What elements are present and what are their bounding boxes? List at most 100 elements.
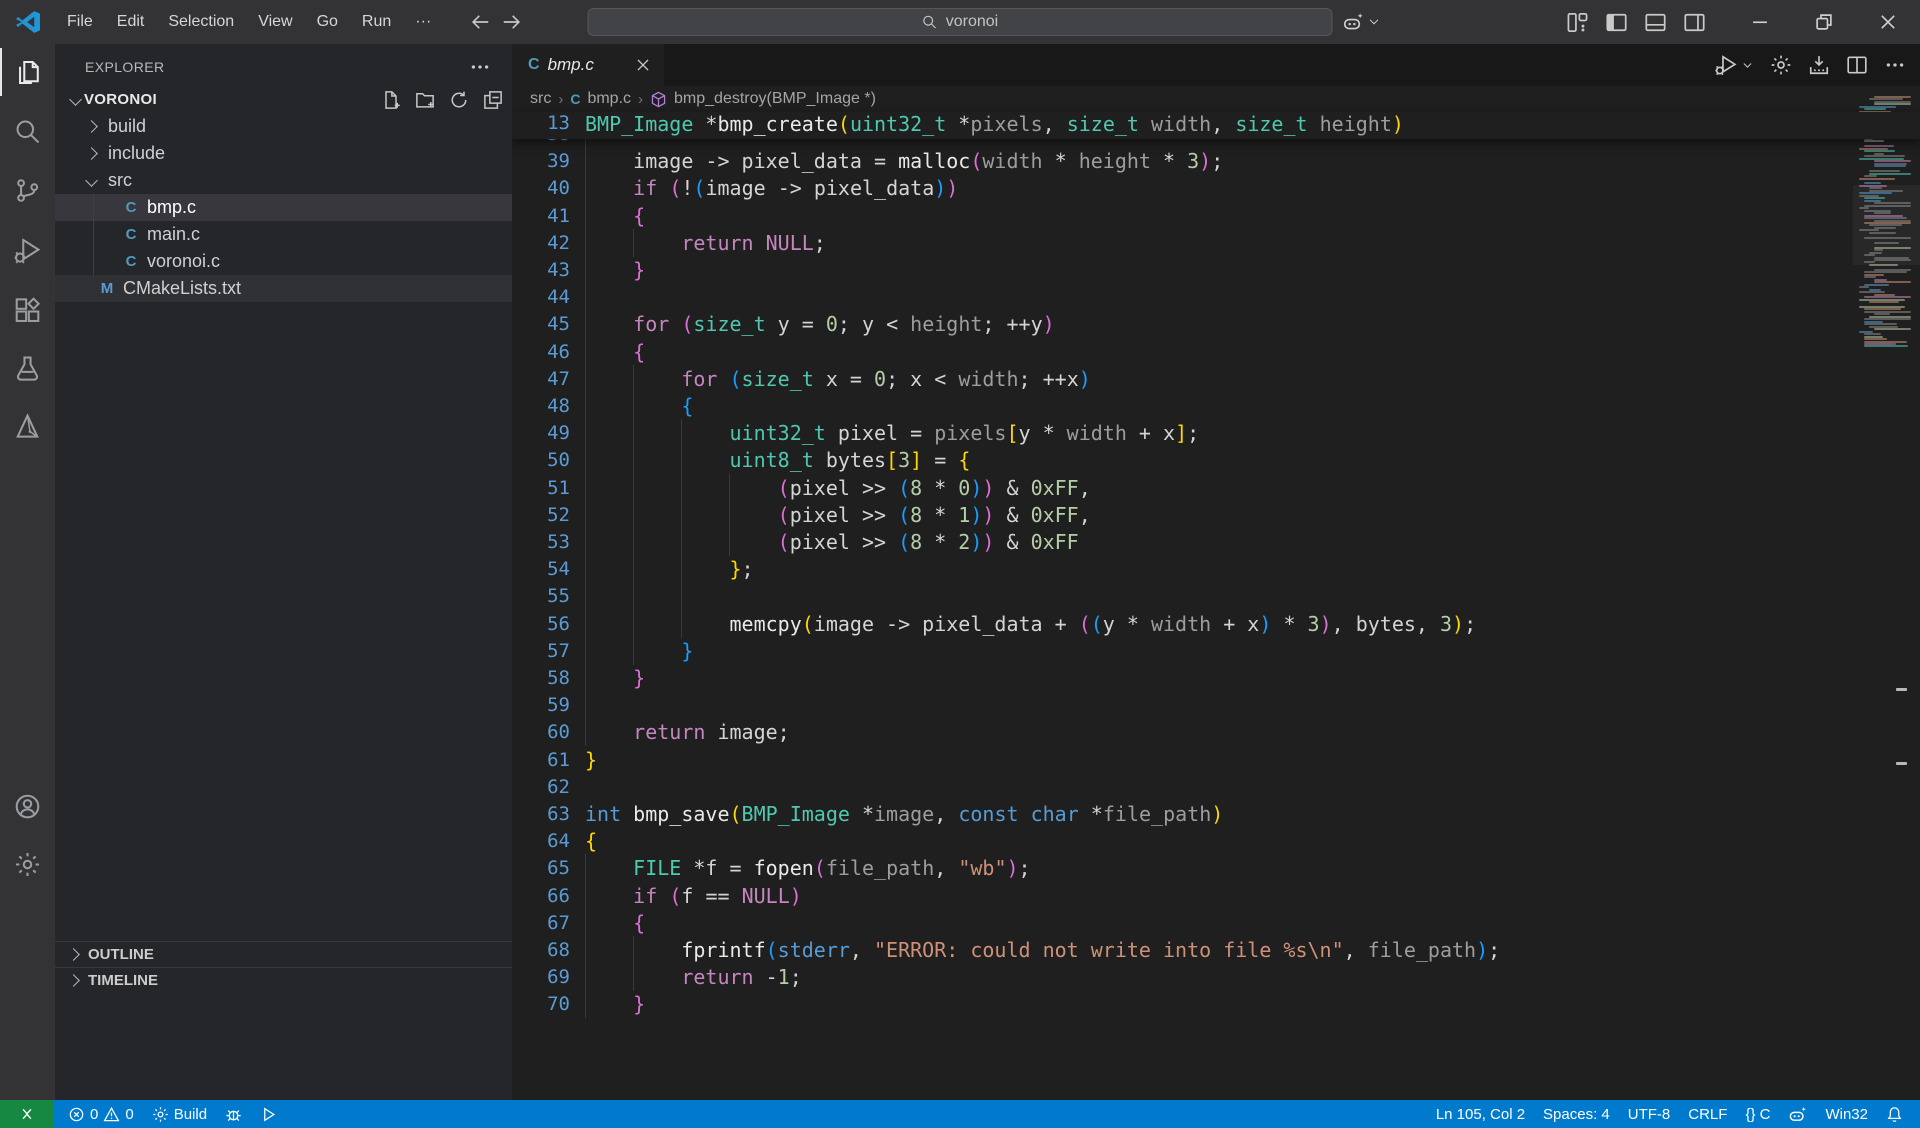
tree-item-include[interactable]: include bbox=[55, 140, 512, 167]
code-line-70[interactable]: 70 } bbox=[512, 990, 1920, 1018]
tree-item-src[interactable]: src bbox=[55, 167, 512, 194]
tree-item-build[interactable]: build bbox=[55, 113, 512, 140]
code-line-51[interactable]: 51 (pixel >> (8 * 0)) & 0xFF, bbox=[512, 474, 1920, 502]
cmake-build-button[interactable]: Build bbox=[143, 1100, 216, 1128]
explorer-activity-button[interactable] bbox=[0, 48, 55, 96]
close-button[interactable] bbox=[1856, 0, 1920, 44]
command-center-search[interactable]: voronoi bbox=[588, 8, 1333, 36]
source-control-activity-button[interactable] bbox=[0, 166, 55, 214]
notifications-button[interactable] bbox=[1877, 1100, 1912, 1128]
code-line-69[interactable]: 69 return -1; bbox=[512, 963, 1920, 991]
language-mode-status[interactable]: {} C bbox=[1736, 1100, 1779, 1128]
menu-view[interactable]: View bbox=[246, 8, 304, 36]
platform-status[interactable]: Win32 bbox=[1816, 1100, 1877, 1128]
code-line-42[interactable]: 42 return NULL; bbox=[512, 229, 1920, 257]
breadcrumb-src[interactable]: src bbox=[530, 90, 551, 108]
code-line-63[interactable]: 63int bmp_save(BMP_Image *image, const c… bbox=[512, 800, 1920, 828]
code-line-45[interactable]: 45 for (size_t y = 0; y < height; ++y) bbox=[512, 310, 1920, 338]
encoding-status[interactable]: UTF-8 bbox=[1619, 1100, 1680, 1128]
code-line-65[interactable]: 65 FILE *f = fopen(file_path, "wb"); bbox=[512, 854, 1920, 882]
code-line-53[interactable]: 53 (pixel >> (8 * 2)) & 0xFF bbox=[512, 528, 1920, 556]
tree-item-main-c[interactable]: Cmain.c bbox=[55, 221, 512, 248]
back-arrow-icon[interactable] bbox=[469, 11, 491, 33]
new-file-icon[interactable] bbox=[381, 90, 401, 110]
build-config-gear-icon[interactable] bbox=[1770, 54, 1792, 76]
menu-go[interactable]: Go bbox=[305, 8, 350, 36]
code-line-47[interactable]: 47 for (size_t x = 0; x < width; ++x) bbox=[512, 365, 1920, 393]
menu-selection[interactable]: Selection bbox=[156, 8, 246, 36]
code-line-50[interactable]: 50 uint8_t bytes[3] = { bbox=[512, 446, 1920, 474]
run-debug-activity-button[interactable] bbox=[0, 226, 55, 274]
code-line-40[interactable]: 40 if (!(image -> pixel_data)) bbox=[512, 174, 1920, 202]
problems-status[interactable]: 0 0 bbox=[59, 1100, 143, 1128]
accounts-button[interactable] bbox=[0, 782, 55, 830]
cmake-debug-button[interactable] bbox=[216, 1100, 251, 1128]
code-line-43[interactable]: 43 } bbox=[512, 256, 1920, 284]
more-actions-icon[interactable] bbox=[1884, 54, 1906, 76]
remote-indicator[interactable] bbox=[0, 1100, 53, 1128]
menu-file[interactable]: File bbox=[55, 8, 105, 36]
code-line-59[interactable]: 59 bbox=[512, 691, 1920, 719]
install-icon[interactable] bbox=[1808, 54, 1830, 76]
toggle-panel-icon[interactable] bbox=[1644, 11, 1667, 34]
menu-run[interactable]: Run bbox=[350, 8, 403, 36]
copilot-menu[interactable] bbox=[1342, 0, 1381, 44]
minimize-button[interactable] bbox=[1728, 0, 1792, 44]
breadcrumb-symbol[interactable]: bmp_destroy(BMP_Image *) bbox=[674, 90, 876, 108]
collapse-folders-icon[interactable] bbox=[483, 90, 503, 110]
menu-edit[interactable]: Edit bbox=[105, 8, 157, 36]
code-line-49[interactable]: 49 uint32_t pixel = pixels[y * width + x… bbox=[512, 419, 1920, 447]
code-line-39[interactable]: 39 image -> pixel_data = malloc(width * … bbox=[512, 147, 1920, 175]
restore-button[interactable] bbox=[1792, 0, 1856, 44]
split-editor-icon[interactable] bbox=[1846, 54, 1868, 76]
extensions-activity-button[interactable] bbox=[0, 286, 55, 334]
forward-arrow-icon[interactable] bbox=[501, 11, 523, 33]
breadcrumb-file[interactable]: bmp.c bbox=[587, 90, 631, 108]
project-root-row[interactable]: VORONOI bbox=[55, 87, 512, 112]
code-line-57[interactable]: 57 } bbox=[512, 637, 1920, 665]
code-line-58[interactable]: 58 } bbox=[512, 664, 1920, 692]
search-activity-button[interactable] bbox=[0, 107, 55, 155]
cmake-activity-button[interactable] bbox=[0, 402, 55, 450]
code-line-48[interactable]: 48 { bbox=[512, 392, 1920, 420]
testing-activity-button[interactable] bbox=[0, 344, 55, 392]
tree-item-voronoi-c[interactable]: Cvoronoi.c bbox=[55, 248, 512, 275]
timeline-section[interactable]: TIMELINE bbox=[55, 967, 512, 993]
menu-more[interactable]: ··· bbox=[403, 8, 443, 36]
code-line-55[interactable]: 55 bbox=[512, 582, 1920, 610]
indentation-status[interactable]: Spaces: 4 bbox=[1534, 1100, 1619, 1128]
code-line-44[interactable]: 44 bbox=[512, 283, 1920, 311]
tree-item-bmp-c[interactable]: Cbmp.c bbox=[55, 194, 512, 221]
breadcrumbs[interactable]: src › C bmp.c › bmp_destroy(BMP_Image *) bbox=[512, 86, 1920, 112]
code-line-41[interactable]: 41 { bbox=[512, 202, 1920, 230]
outline-section[interactable]: OUTLINE bbox=[55, 941, 512, 967]
minimap[interactable] bbox=[1853, 86, 1920, 1100]
code-line-64[interactable]: 64{ bbox=[512, 827, 1920, 855]
chevron-down-icon[interactable] bbox=[1741, 59, 1754, 72]
tree-item-cmakelists-txt[interactable]: MCMakeLists.txt bbox=[55, 275, 512, 302]
toggle-secondary-sidebar-icon[interactable] bbox=[1683, 11, 1706, 34]
manage-button[interactable] bbox=[0, 840, 55, 888]
code-line-62[interactable]: 62 bbox=[512, 773, 1920, 801]
run-debug-file-icon[interactable] bbox=[1715, 54, 1737, 76]
cmake-run-button[interactable] bbox=[251, 1100, 286, 1128]
sticky-scroll-line[interactable]: 13BMP_Image *bmp_create(uint32_t *pixels… bbox=[512, 112, 1920, 139]
code-line-52[interactable]: 52 (pixel >> (8 * 1)) & 0xFF, bbox=[512, 501, 1920, 529]
tab-bmp-c[interactable]: C bmp.c bbox=[512, 44, 664, 86]
copilot-status[interactable] bbox=[1779, 1100, 1816, 1128]
toggle-primary-sidebar-icon[interactable] bbox=[1605, 11, 1628, 34]
customize-layout-icon[interactable] bbox=[1566, 11, 1589, 34]
views-more-actions-icon[interactable] bbox=[469, 56, 491, 78]
code-line-67[interactable]: 67 { bbox=[512, 909, 1920, 937]
cursor-position-status[interactable]: Ln 105, Col 2 bbox=[1427, 1100, 1534, 1128]
close-tab-icon[interactable] bbox=[634, 56, 652, 74]
code-line-54[interactable]: 54 }; bbox=[512, 555, 1920, 583]
code-line-68[interactable]: 68 fprintf(stderr, "ERROR: could not wri… bbox=[512, 936, 1920, 964]
code-line-46[interactable]: 46 { bbox=[512, 338, 1920, 366]
refresh-explorer-icon[interactable] bbox=[449, 90, 469, 110]
code-line-66[interactable]: 66 if (f == NULL) bbox=[512, 882, 1920, 910]
code-line-56[interactable]: 56 memcpy(image -> pixel_data + ((y * wi… bbox=[512, 610, 1920, 638]
code-line-60[interactable]: 60 return image; bbox=[512, 718, 1920, 746]
new-folder-icon[interactable] bbox=[415, 90, 435, 110]
code-line-61[interactable]: 61} bbox=[512, 746, 1920, 774]
